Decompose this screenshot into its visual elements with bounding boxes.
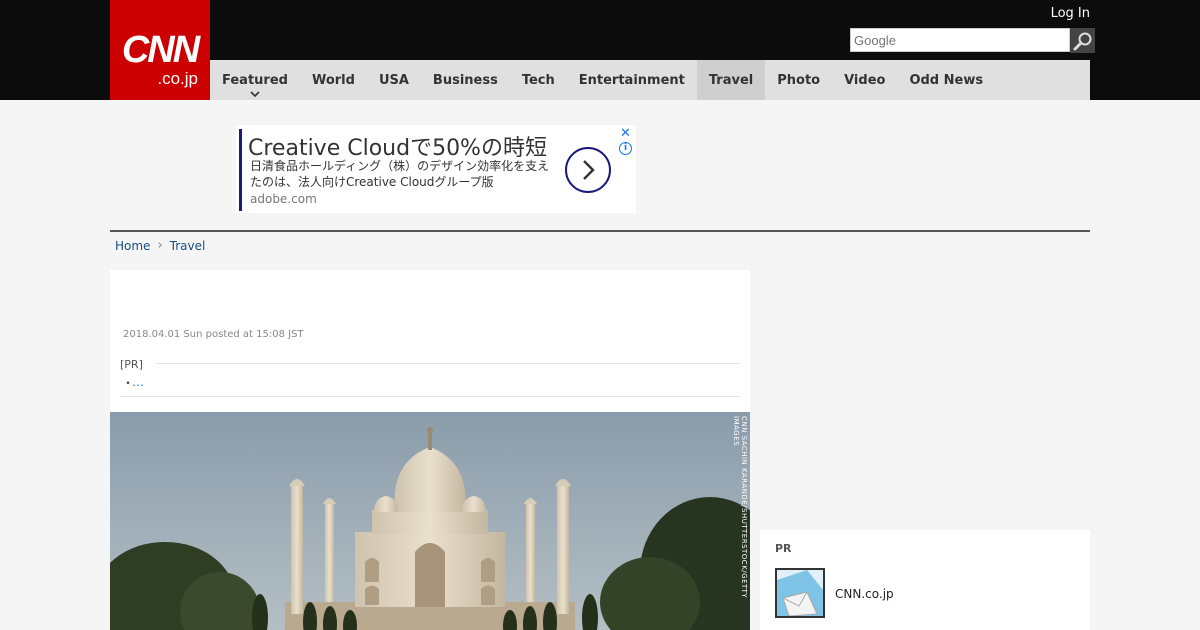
breadcrumb-home[interactable]: Home [115,239,150,253]
nav-label: Travel [708,72,754,88]
nav-label: Featured [222,72,288,88]
section-divider [110,230,1090,232]
photo-credit: CNN SACHIN KARANDE/SHUTTERSTOCK/GETTY IM… [732,416,748,599]
search-icon [1073,32,1091,50]
nav-label: Odd News [909,72,984,88]
nav-label: Photo [777,72,821,88]
nav-label: Entertainment [578,72,685,88]
ad-banner[interactable]: Creative Cloudで50%の時短 日清食品ホールディング（株）のデザイ… [236,125,636,213]
article-photo: CNN SACHIN KARANDE/SHUTTERSTOCK/GETTY IM… [110,412,750,630]
nav-item-odd-news[interactable]: Odd News [897,60,995,100]
nav-label: World [311,72,355,88]
envelope-icon [777,570,823,616]
taj-mahal-image [110,412,750,630]
logo-sub-text: .co.jp [157,69,198,88]
cnn-logo[interactable]: CNN .co.jp [110,0,210,100]
info-icon[interactable]: i [619,142,632,155]
article-card: 2018.04.01 Sun posted at 15:08 JST [PR] … [110,270,750,630]
nav-item-video[interactable]: Video [832,60,897,100]
nav-item-usa[interactable]: USA [367,60,421,100]
logo-main-text: CNN [121,29,200,71]
chevron-down-icon [250,91,260,98]
nav-label: Business [432,72,498,88]
chevron-right-icon [583,160,595,180]
nav-label: Video [844,72,886,88]
nav-item-photo[interactable]: Photo [765,60,832,100]
sidebar-item-link[interactable]: CNN.co.jp [835,587,894,601]
main-nav: Featured World USA Business Tech Enterta… [210,60,1090,100]
sidebar-pr-label: PR [775,542,792,555]
login-link[interactable]: Log In [1051,6,1090,21]
nav-item-tech[interactable]: Tech [510,60,567,100]
pr-link[interactable]: … [132,375,144,389]
ad-open-button[interactable] [565,147,611,193]
ad-url[interactable]: adobe.com [250,192,317,206]
search-button[interactable] [1070,28,1095,53]
ad-accent-bar [239,129,242,211]
breadcrumb: Home › Travel [115,238,205,253]
pr-divider [156,363,740,364]
breadcrumb-travel[interactable]: Travel [170,239,206,253]
nav-item-world[interactable]: World [300,60,367,100]
nav-item-featured[interactable]: Featured [210,60,300,100]
close-icon[interactable]: ✕ [620,126,631,141]
chevron-right-icon: › [157,238,163,253]
nav-item-business[interactable]: Business [421,60,510,100]
article-date: 2018.04.01 Sun posted at 15:08 JST [123,329,304,340]
nav-item-entertainment[interactable]: Entertainment [567,60,697,100]
ad-description: 日清食品ホールディング（株）のデザイン効率化を支えたのは、法人向けCreativ… [250,159,550,189]
pr-label: [PR] [120,358,143,371]
nav-item-travel[interactable]: Travel [696,60,766,100]
sidebar-thumbnail[interactable] [775,568,825,618]
nav-label: USA [378,72,409,88]
search-input[interactable] [850,28,1070,52]
pr-divider-bottom [120,396,740,397]
nav-label: Tech [521,72,555,88]
sidebar-pr-box: PR CNN.co.jp [760,530,1090,630]
